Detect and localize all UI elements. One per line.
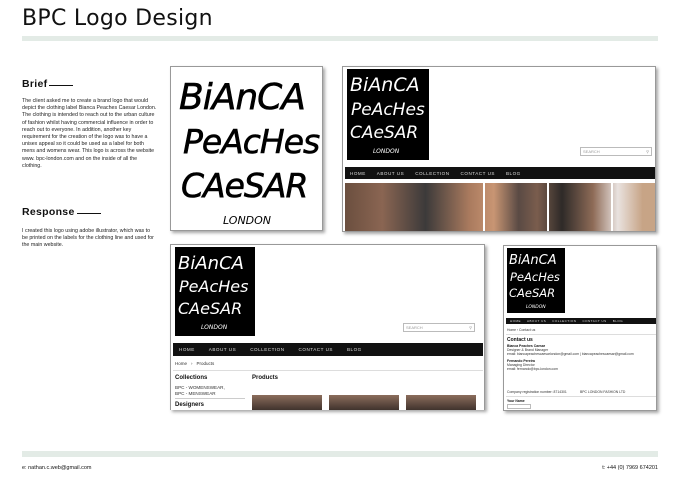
nav-blog[interactable]: BLOG [613,319,623,323]
nav-about[interactable]: ABOUT US [527,319,546,323]
breadcrumb-home[interactable]: Home [175,361,187,366]
nav-contact[interactable]: CONTACT US [582,319,606,323]
logo-line-3: CAeSAR [181,166,307,205]
form-label: Your Name [507,399,525,403]
nav-about[interactable]: ABOUT US [209,347,236,352]
contact-email[interactable]: email: fernando@bpc-london.com [507,367,558,371]
site-nav: HOME ABOUT US COLLECTION CONTACT US BLOG [506,318,656,324]
svg-text:BiAnCA: BiAnCA [509,253,557,268]
nav-blog[interactable]: BLOG [347,347,362,352]
nav-home[interactable]: HOME [179,347,195,352]
svg-text:PeAcHes: PeAcHes [179,277,248,296]
brief-text: The client asked me to create a brand lo… [22,98,157,169]
site-logo: BiAnCA PeAcHes CAeSAR LONDON [507,248,565,313]
logo-artwork: BiAnCA PeAcHes CAeSAR LONDON [170,66,323,231]
hero-photo [345,183,655,231]
svg-text:LONDON: LONDON [201,324,228,331]
footer-email: e: nathan.c.web@gmail.com [22,465,92,471]
breadcrumb-current: Products [196,361,215,366]
website-screenshot-home: BiAnCA PeAcHes CAeSAR LONDON SEARCH ⚲ HOM… [342,66,656,232]
logo-sub: LONDON [223,214,271,227]
website-screenshot-products: BiAnCA PeAcHes CAeSAR LONDON SEARCH ⚲ HOM… [170,244,485,410]
svg-text:LONDON: LONDON [526,304,546,310]
nav-collection[interactable]: COLLECTION [415,171,449,176]
footer-band [22,451,658,457]
company-name: BPC LONDON FASHION LTD [580,390,626,394]
brief-heading: Brief [22,78,74,90]
divider [175,398,245,399]
logo-line-2: PeAcHes [183,122,320,161]
nav-home[interactable]: HOME [350,171,366,176]
search-icon: ⚲ [469,325,472,330]
product-thumbnail[interactable] [329,395,399,410]
logo-line-1: BiAnCA [179,77,305,118]
nav-collection[interactable]: COLLECTION [250,347,284,352]
svg-text:BiAnCA: BiAnCA [350,74,420,96]
svg-text:LONDON: LONDON [373,148,400,155]
header-band [22,36,658,41]
svg-text:BiAnCA: BiAnCA [178,253,244,274]
footer-phone: t: +44 (0) 7969 674201 [602,465,658,471]
search-icon: ⚲ [646,149,649,154]
name-input[interactable] [507,404,531,409]
divider [173,370,483,371]
svg-text:CAeSAR: CAeSAR [509,286,555,300]
product-thumbnail[interactable] [252,395,322,410]
contact-heading: Contact us [507,337,533,343]
site-nav: HOME ABOUT US COLLECTION CONTACT US BLOG [173,343,483,356]
response-heading: Response [22,206,101,218]
nav-contact[interactable]: CONTACT US [299,347,333,352]
products-heading: Products [252,375,279,381]
nav-home[interactable]: HOME [510,319,521,323]
website-screenshot-contact: BiAnCA PeAcHes CAeSAR LONDON HOME ABOUT … [503,245,657,411]
response-text: I created this logo using adobe illustra… [22,228,154,249]
product-thumbnail[interactable] [406,395,476,410]
contact-email[interactable]: email: biancapeachescaesarlondon@gmail.c… [507,352,634,356]
nav-blog[interactable]: BLOG [506,171,521,176]
photo-divider [611,183,613,231]
search-input[interactable]: SEARCH ⚲ [403,323,475,332]
collection-link[interactable]: BPC - WOMENSWEAR, [175,385,225,390]
svg-text:CAeSAR: CAeSAR [178,299,242,318]
breadcrumb: Home › Contact us [507,328,536,332]
search-input[interactable]: SEARCH ⚲ [580,147,652,156]
designers-heading: Designers [175,402,205,408]
svg-text:PeAcHes: PeAcHes [510,270,560,284]
divider [506,334,656,335]
nav-collection[interactable]: COLLECTION [552,319,576,323]
photo-divider [547,183,549,231]
page-title: BPC Logo Design [22,6,213,31]
collection-link[interactable]: BPC - MENSWEAR [175,391,216,396]
collections-heading: Collections [175,375,208,381]
divider [506,396,656,397]
site-logo: BiAnCA PeAcHes CAeSAR LONDON [347,69,429,160]
nav-contact[interactable]: CONTACT US [461,171,495,176]
site-nav: HOME ABOUT US COLLECTION CONTACT US BLOG [345,167,655,179]
svg-text:PeAcHes: PeAcHes [351,100,425,120]
breadcrumb: Home › Products [175,361,215,366]
company-registration: Company registration number: 8714301 [507,390,567,394]
photo-divider [483,183,485,231]
svg-text:CAeSAR: CAeSAR [350,123,418,143]
nav-about[interactable]: ABOUT US [377,171,404,176]
site-logo: BiAnCA PeAcHes CAeSAR LONDON [175,247,255,336]
